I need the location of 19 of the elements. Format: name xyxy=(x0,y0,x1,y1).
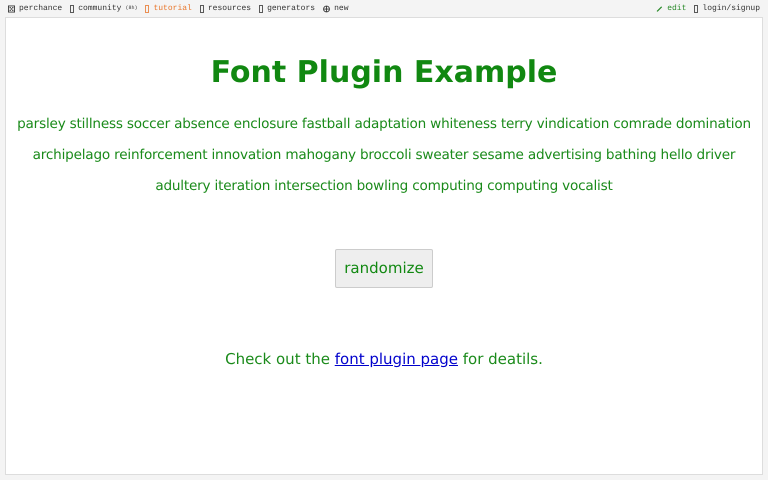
nav-link[interactable]: new xyxy=(323,2,348,14)
nav-link[interactable]: edit xyxy=(656,2,686,14)
placeholder-icon xyxy=(259,4,264,12)
nav-link[interactable]: resources xyxy=(200,2,252,14)
font-plugin-link[interactable]: font plugin page xyxy=(334,350,458,368)
footer-text: Check out the font plugin page for deatils. xyxy=(225,348,543,370)
pencil-icon xyxy=(656,4,664,12)
placeholder-icon xyxy=(694,4,698,12)
placeholder-icon xyxy=(145,4,150,12)
page-title: Font Plugin Example xyxy=(210,54,558,92)
dice-icon xyxy=(8,4,15,12)
nav-link[interactable]: login/signup xyxy=(694,2,760,14)
randomize-button[interactable]: randomize xyxy=(335,249,433,288)
add-icon xyxy=(323,4,330,12)
nav-link[interactable]: perchance xyxy=(8,2,62,14)
placeholder-icon xyxy=(70,4,74,12)
placeholder-icon xyxy=(200,4,204,12)
word-list: parsley stillness soccer absence enclosure fastball adaptation whiteness terry vindication comrade domination archipelago reinforcement innovation mahogany broccoli sweater sesame advertising bathing hello driver adultery iteration intersection bowling computing computing vocalist xyxy=(6,109,762,202)
nav-link[interactable]: generators xyxy=(259,2,316,14)
